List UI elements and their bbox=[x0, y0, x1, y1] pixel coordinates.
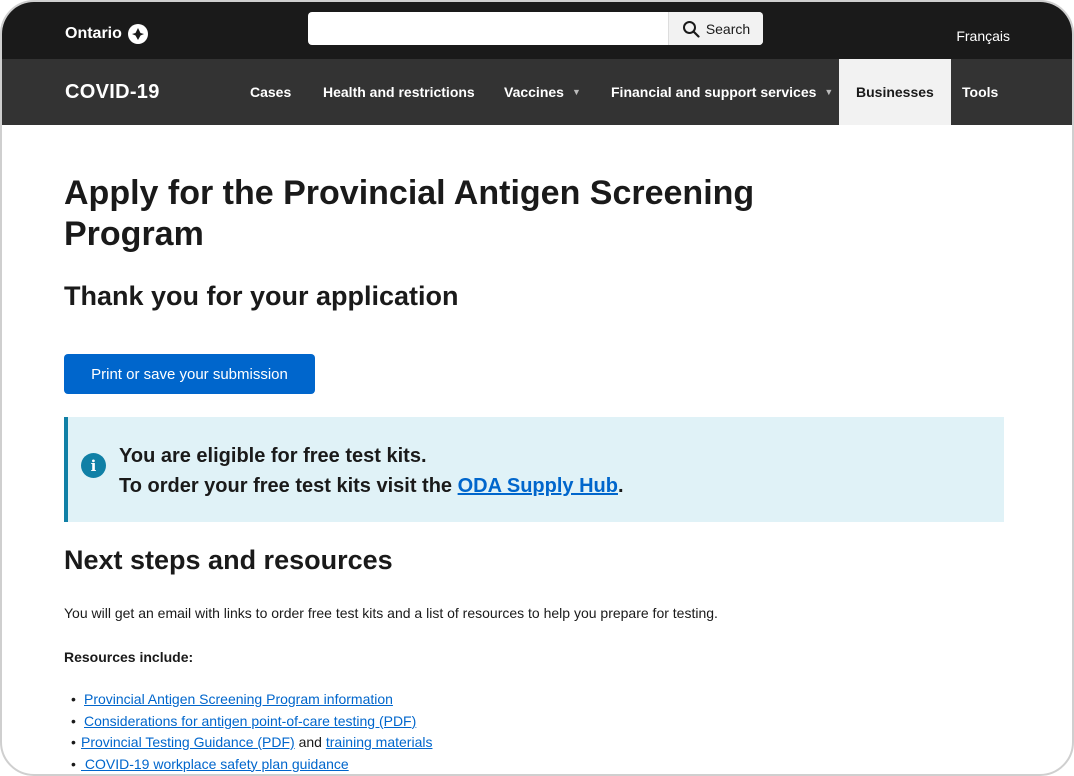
resources-label: Resources include: bbox=[64, 649, 194, 665]
testing-guidance-link[interactable]: Provincial Testing Guidance (PDF) bbox=[81, 734, 295, 750]
search-button-label: Search bbox=[705, 20, 751, 37]
workplace-safety-plan-link[interactable]: COVID-19 workplace safety plan guidance bbox=[81, 756, 349, 772]
resources-list: Provincial Antigen Screening Program inf… bbox=[64, 689, 432, 775]
alert-line-1: You are eligible for free test kits. bbox=[119, 445, 427, 467]
caret-down-icon: ▼ bbox=[571, 87, 581, 97]
nav-item-financial-and-support-services[interactable]: Financial and support services ▼ bbox=[611, 59, 833, 125]
nav-item-businesses[interactable]: Businesses bbox=[839, 59, 951, 125]
list-item: Provincial Testing Guidance (PDF) and tr… bbox=[64, 732, 432, 754]
nav-item-cases[interactable]: Cases bbox=[250, 59, 291, 125]
logo-text: Ontario bbox=[65, 25, 122, 42]
nav-item-label: Health and restrictions bbox=[323, 84, 475, 100]
browser-frame: Ontario Search Français COVID-19 Cases H… bbox=[0, 0, 1074, 776]
search-button[interactable]: Search bbox=[668, 12, 763, 45]
alert-text: You are eligible for free test kits. To … bbox=[119, 441, 624, 501]
main-navigation: COVID-19 Cases Health and restrictions V… bbox=[2, 59, 1072, 125]
nav-item-health-and-restrictions[interactable]: Health and restrictions bbox=[323, 59, 475, 125]
print-submission-button[interactable]: Print or save your submission bbox=[64, 354, 315, 394]
search-icon bbox=[682, 20, 700, 38]
nav-item-label: Vaccines bbox=[504, 84, 564, 100]
site-brand[interactable]: COVID-19 bbox=[65, 81, 160, 104]
trillium-icon bbox=[127, 24, 148, 44]
alert-line-2-text: To order your free test kits visit the bbox=[119, 475, 458, 497]
nav-item-tools[interactable]: Tools bbox=[962, 59, 998, 125]
search-input[interactable] bbox=[308, 12, 668, 45]
caret-down-icon: ▼ bbox=[824, 87, 834, 97]
list-item: COVID-19 workplace safety plan guidance bbox=[64, 754, 432, 775]
email-info-text: You will get an email with links to orde… bbox=[64, 605, 718, 621]
page-title: Apply for the Provincial Antigen Screeni… bbox=[64, 174, 755, 253]
confirmation-heading: Thank you for your application bbox=[64, 281, 459, 311]
nav-item-label: Tools bbox=[962, 84, 999, 100]
language-toggle[interactable]: Français bbox=[956, 28, 1010, 44]
search-bar: Search bbox=[308, 12, 763, 45]
nav-item-label: Cases bbox=[250, 84, 292, 100]
eligibility-alert: i You are eligible for free test kits. T… bbox=[64, 417, 1004, 522]
list-item: Provincial Antigen Screening Program inf… bbox=[64, 689, 432, 711]
top-bar: Ontario Search Français bbox=[2, 2, 1072, 59]
training-materials-link[interactable]: training materials bbox=[326, 734, 433, 750]
program-information-link[interactable]: Provincial Antigen Screening Program inf… bbox=[84, 691, 393, 707]
alert-line-2-suffix: . bbox=[617, 475, 624, 497]
next-steps-heading: Next steps and resources bbox=[64, 545, 393, 575]
nav-item-label: Financial and support services bbox=[611, 84, 817, 100]
list-item: Considerations for antigen point-of-care… bbox=[64, 711, 432, 733]
nav-item-label: Businesses bbox=[856, 84, 934, 100]
info-icon: i bbox=[81, 453, 106, 478]
antigen-testing-considerations-link[interactable]: Considerations for antigen point-of-care… bbox=[84, 713, 416, 729]
nav-item-vaccines[interactable]: Vaccines ▼ bbox=[504, 59, 581, 125]
link-connector: and bbox=[294, 734, 326, 750]
ontario-logo[interactable]: Ontario bbox=[65, 24, 148, 44]
alert-line-2: To order your free test kits visit the O… bbox=[119, 471, 624, 501]
oda-supply-hub-link[interactable]: ODA Supply Hub bbox=[458, 475, 618, 497]
